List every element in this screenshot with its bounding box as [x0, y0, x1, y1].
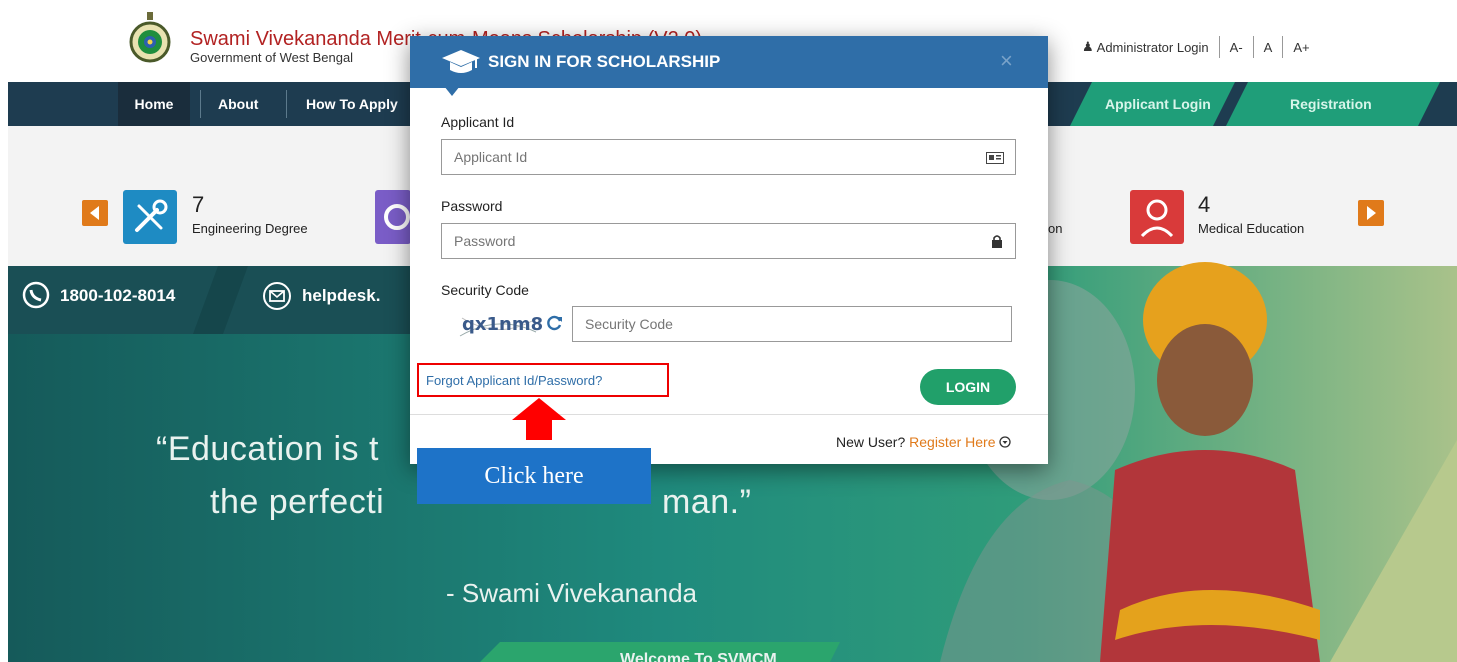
forgot-applicant-id-password-link[interactable]: Forgot Applicant Id/Password?: [426, 373, 602, 388]
new-user-text: New User?: [836, 434, 906, 450]
quote-line-2-left: the perfecti: [210, 483, 385, 521]
divider: [1218, 36, 1220, 58]
user-icon: ♟: [1082, 39, 1094, 54]
red-arrow-up-icon: [512, 398, 566, 440]
phone-icon: [22, 281, 50, 314]
modal-footer-divider: [410, 414, 1048, 415]
circle-arrow-icon: [999, 436, 1012, 448]
captcha-image: qx1nm8: [458, 310, 543, 342]
login-button[interactable]: LOGIN: [920, 369, 1016, 405]
quote-line-1: “Education is t: [156, 430, 379, 468]
new-user-prompt: New User? Register Here: [836, 434, 1012, 450]
category-second-icon[interactable]: [375, 190, 411, 244]
email-icon: [262, 281, 292, 316]
font-decrease-button[interactable]: A-: [1230, 40, 1243, 55]
chevron-left-icon: [90, 206, 99, 220]
west-bengal-emblem-logo: [128, 12, 172, 64]
applicant-id-input[interactable]: [441, 139, 1016, 175]
tools-icon: [135, 199, 168, 232]
nav-item-about[interactable]: About: [218, 82, 258, 126]
captcha-text: qx1nm8: [462, 314, 544, 335]
category-engineering-icon[interactable]: [123, 190, 177, 244]
close-icon[interactable]: ×: [1000, 48, 1013, 74]
font-normal-button[interactable]: A: [1264, 40, 1273, 55]
category-label: Engineering Degree: [192, 221, 308, 236]
lock-icon: [991, 234, 1003, 253]
welcome-text: Welcome To SVMCM: [620, 652, 777, 662]
security-code-input[interactable]: [572, 306, 1012, 342]
id-card-icon: [986, 151, 1004, 169]
click-here-callout: Click here: [417, 448, 651, 504]
helpdesk-email: helpdesk.: [302, 286, 381, 305]
helpline-number: 1800-102-8014: [60, 286, 176, 305]
security-code-label: Security Code: [441, 282, 529, 298]
nav-item-applicant-login[interactable]: Applicant Login: [1105, 82, 1211, 126]
nav-divider: [286, 90, 287, 118]
password-label: Password: [441, 198, 503, 214]
top-utility-bar: ♟ Administrator Login A- A A+: [1082, 36, 1310, 58]
password-input[interactable]: [441, 223, 1016, 259]
quote-author: - Swami Vivekananda: [446, 578, 697, 608]
gear-icon: [384, 204, 410, 230]
refresh-captcha-icon[interactable]: [547, 315, 563, 336]
applicant-id-label: Applicant Id: [441, 114, 515, 130]
divider: [1282, 36, 1284, 58]
administrator-login-link[interactable]: Administrator Login: [1097, 40, 1209, 55]
nav-item-home[interactable]: Home: [118, 82, 190, 126]
divider: [1252, 36, 1254, 58]
modal-title: SIGN IN FOR SCHOLARSHIP: [488, 52, 721, 71]
nav-item-how-to-apply[interactable]: How To Apply: [306, 82, 398, 126]
site-subtitle: Government of West Bengal: [190, 50, 354, 65]
font-increase-button[interactable]: A+: [1293, 40, 1309, 55]
category-count: 7: [192, 192, 205, 217]
header-pointer: [444, 86, 460, 96]
nav-divider: [200, 90, 201, 118]
nav-item-registration[interactable]: Registration: [1290, 82, 1372, 126]
graduation-cap-icon: [442, 50, 480, 73]
carousel-prev-button[interactable]: [82, 200, 108, 226]
register-here-link[interactable]: Register Here: [909, 434, 995, 450]
quote-line-2-right: man.”: [662, 483, 752, 521]
